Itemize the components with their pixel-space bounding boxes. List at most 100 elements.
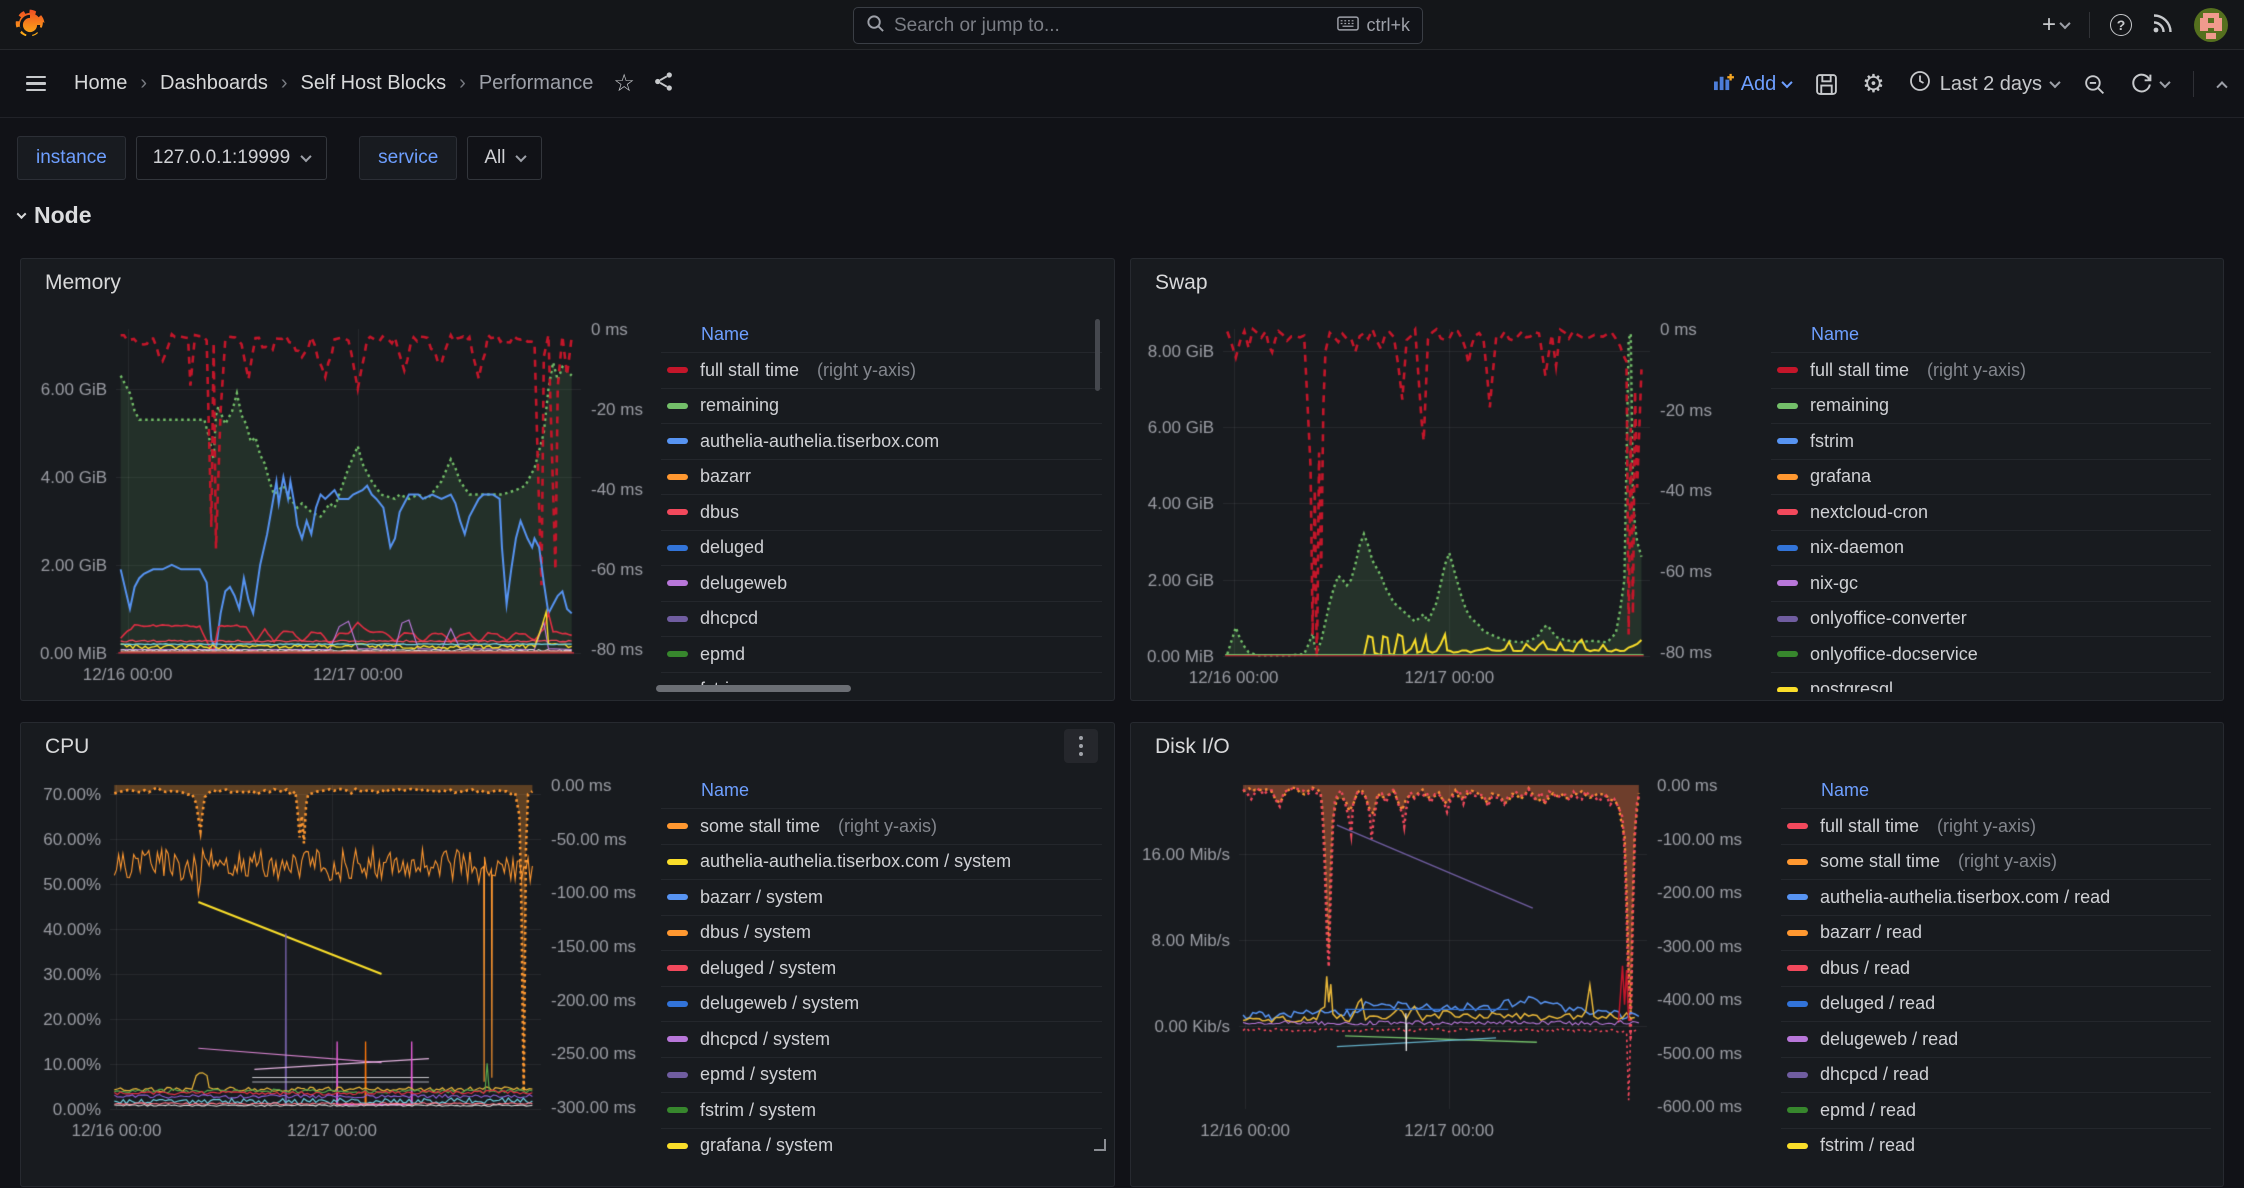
search-input[interactable] [894, 15, 1328, 37]
new-button[interactable]: + [2042, 13, 2069, 37]
legend-item[interactable]: dbus / read [1781, 950, 2211, 986]
series-color-chip [1787, 823, 1808, 829]
breadcrumb-dashboards[interactable]: Dashboards [160, 72, 268, 95]
panel-resize-handle[interactable] [1093, 1138, 1106, 1156]
variable-instance-label[interactable]: instance [17, 136, 126, 180]
grafana-logo-icon[interactable] [14, 9, 46, 41]
series-label: epmd [700, 644, 745, 665]
series-color-chip [1787, 965, 1808, 971]
panel-title[interactable]: Disk I/O [1155, 735, 1230, 759]
legend-item[interactable]: dhcpcd / system [661, 1021, 1102, 1057]
legend-item[interactable]: nix-daemon [1771, 530, 2211, 566]
time-range-label: Last 2 days [1940, 73, 2042, 96]
legend-item[interactable]: deluged / read [1781, 986, 2211, 1022]
legend-horizontal-scrollbar[interactable] [656, 685, 851, 692]
zoom-out-icon[interactable] [2083, 73, 2106, 96]
variable-service-label[interactable]: service [359, 136, 457, 180]
series-axis-note: (right y-axis) [1937, 816, 2036, 837]
menu-toggle-icon[interactable] [26, 76, 46, 92]
legend-item[interactable]: dbus / system [661, 915, 1102, 951]
breadcrumb-folder[interactable]: Self Host Blocks [301, 72, 447, 95]
shortcut-text: ctrl+k [1366, 15, 1410, 36]
time-range-picker[interactable]: Last 2 days [1909, 70, 2059, 98]
plus-icon: + [2042, 13, 2056, 37]
swap-legend: Name full stall time(right y-axis)remain… [1771, 317, 2211, 692]
clock-icon [1909, 70, 1931, 98]
user-avatar[interactable] [2194, 8, 2228, 42]
legend-item[interactable]: bazarr [661, 459, 1102, 495]
legend-item[interactable]: remaining [661, 388, 1102, 424]
series-label: bazarr / read [1820, 922, 1922, 943]
legend-item[interactable]: delugeweb [661, 565, 1102, 601]
collapse-toolbar-icon[interactable] [2216, 81, 2227, 92]
legend-item[interactable]: delugeweb / read [1781, 1021, 2211, 1057]
legend-item[interactable]: epmd / system [661, 1057, 1102, 1093]
legend-item[interactable]: postgresql [1771, 672, 2211, 693]
panel-title[interactable]: Memory [45, 271, 121, 295]
series-color-chip [667, 1072, 688, 1078]
legend-item[interactable]: fstrim / read [1781, 1128, 2211, 1164]
legend-item[interactable]: grafana [1771, 459, 2211, 495]
legend-item[interactable]: some stall time(right y-axis) [661, 808, 1102, 844]
legend-item[interactable]: dhcpcd [661, 601, 1102, 637]
legend-item[interactable]: fstrim [1771, 423, 2211, 459]
series-label: authelia-authelia.tiserbox.com / read [1820, 887, 2110, 908]
legend-item[interactable]: full stall time(right y-axis) [1781, 808, 2211, 844]
series-color-chip [667, 1036, 688, 1042]
legend-item[interactable]: authelia-authelia.tiserbox.com / read [1781, 879, 2211, 915]
news-rss-icon[interactable] [2152, 12, 2174, 39]
variable-service-select[interactable]: All [467, 136, 542, 180]
top-navigation-bar: ctrl+k + ? [0, 0, 2244, 50]
chevron-down-icon [1782, 77, 1793, 88]
panel-title[interactable]: Swap [1155, 271, 1208, 295]
panel-title[interactable]: CPU [45, 735, 89, 759]
legend-vertical-scrollbar[interactable] [1095, 319, 1100, 391]
dashboard-settings-gear-icon[interactable]: ⚙ [1862, 69, 1884, 99]
save-dashboard-button[interactable] [1815, 73, 1838, 96]
favorite-star-icon[interactable]: ☆ [613, 69, 635, 98]
legend-item[interactable]: some stall time(right y-axis) [1781, 844, 2211, 880]
keyboard-icon [1337, 15, 1359, 36]
breadcrumb-home[interactable]: Home [74, 72, 127, 95]
share-icon[interactable] [653, 71, 674, 97]
legend-header[interactable]: Name [1771, 317, 2211, 352]
series-label: delugeweb / system [700, 993, 859, 1014]
legend-item[interactable]: nix-gc [1771, 565, 2211, 601]
legend-item[interactable]: dbus [661, 494, 1102, 530]
legend-item[interactable]: bazarr / read [1781, 915, 2211, 951]
legend-item[interactable]: authelia-authelia.tiserbox.com [661, 423, 1102, 459]
legend-item[interactable]: full stall time(right y-axis) [661, 352, 1102, 388]
variable-instance-select[interactable]: 127.0.0.1:19999 [136, 136, 327, 180]
legend-item[interactable]: remaining [1771, 388, 2211, 424]
legend-item[interactable]: fstrim / system [661, 1092, 1102, 1128]
legend-item[interactable]: bazarr / system [661, 879, 1102, 915]
panel-swap: Swap Name full stall time(right y-axis)r… [1130, 258, 2224, 701]
series-label: bazarr / system [700, 887, 823, 908]
legend-item[interactable]: epmd / read [1781, 1092, 2211, 1128]
breadcrumb-separator: › [140, 72, 147, 95]
legend-item[interactable]: full stall time(right y-axis) [1771, 352, 2211, 388]
series-color-chip [1787, 859, 1808, 865]
legend-item[interactable]: onlyoffice-docservice [1771, 636, 2211, 672]
panel-menu-kebab-icon[interactable] [1064, 729, 1098, 763]
legend-header[interactable]: Name [1781, 773, 2211, 808]
add-panel-button[interactable]: Add [1713, 72, 1792, 97]
legend-item[interactable]: dhcpcd / read [1781, 1057, 2211, 1093]
row-node-toggle[interactable]: Node [18, 202, 92, 229]
legend-item[interactable]: grafana / system [661, 1128, 1102, 1164]
series-color-chip [667, 580, 688, 586]
legend-item[interactable]: epmd [661, 636, 1102, 672]
legend-header[interactable]: Name [661, 773, 1102, 808]
legend-item[interactable]: nextcloud-cron [1771, 494, 2211, 530]
legend-item[interactable]: deluged [661, 530, 1102, 566]
series-label: deluged / read [1820, 993, 1935, 1014]
series-axis-note: (right y-axis) [817, 360, 916, 381]
legend-header[interactable]: Name [661, 317, 1102, 352]
legend-item[interactable]: delugeweb / system [661, 986, 1102, 1022]
refresh-button[interactable] [2130, 73, 2169, 96]
legend-item[interactable]: deluged / system [661, 950, 1102, 986]
legend-item[interactable]: onlyoffice-converter [1771, 601, 2211, 637]
help-icon[interactable]: ? [2110, 14, 2132, 36]
search-bar[interactable]: ctrl+k [853, 7, 1423, 44]
legend-item[interactable]: authelia-authelia.tiserbox.com / system [661, 844, 1102, 880]
